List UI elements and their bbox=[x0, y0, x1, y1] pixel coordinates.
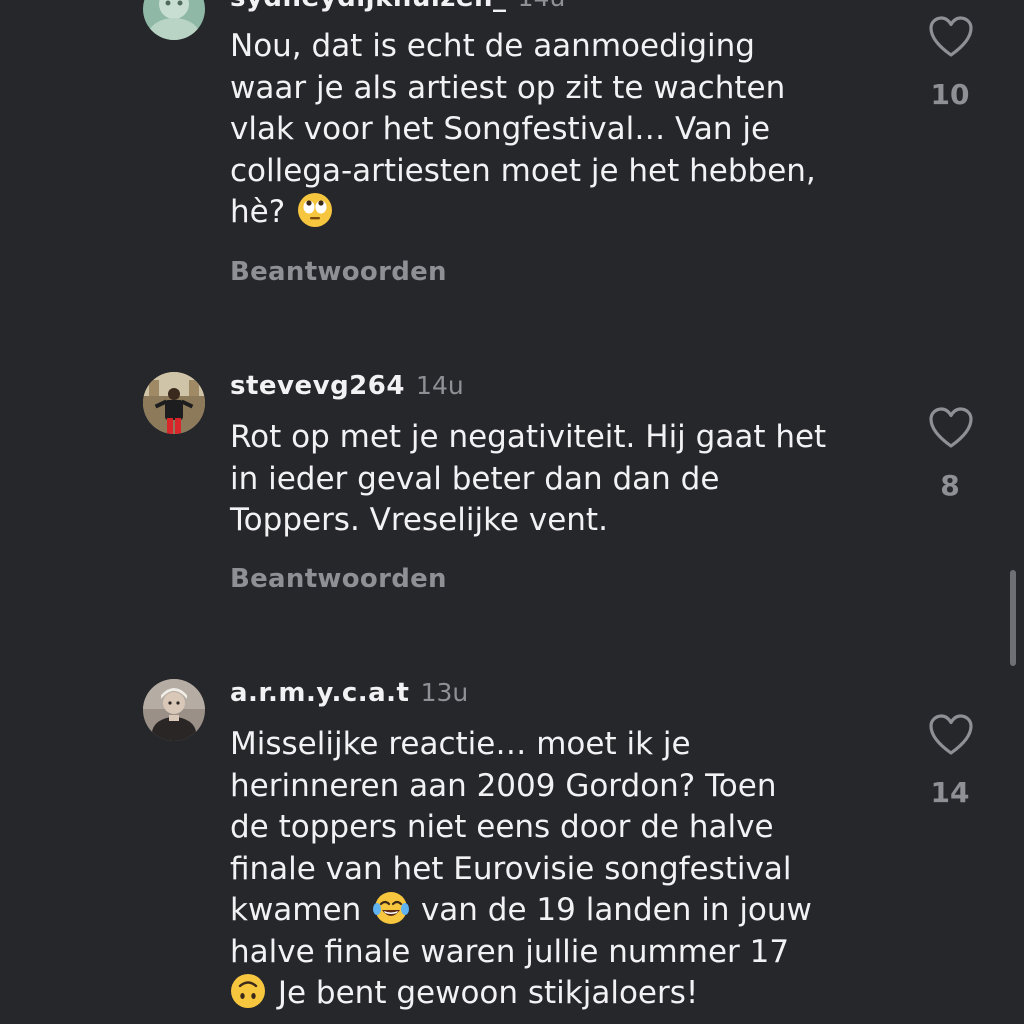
like-button[interactable] bbox=[926, 14, 976, 60]
comment-line-text: Je bent gewoon stikjaloers! bbox=[277, 975, 699, 1011]
heart-icon bbox=[929, 714, 973, 755]
like-count: 14 bbox=[930, 776, 970, 809]
tears-of-joy-emoji-icon bbox=[373, 892, 410, 924]
username[interactable]: stevevg264 bbox=[230, 371, 405, 401]
comment-meta: stevevg264 14u bbox=[230, 366, 464, 406]
heart-icon bbox=[929, 16, 973, 57]
comment-line-text: van de 19 landen in jouw bbox=[420, 892, 812, 928]
comment-line: finale van het Eurovisie songfestival bbox=[230, 850, 792, 887]
like-button[interactable] bbox=[926, 712, 976, 758]
comment-line: de toppers niet eens door de halve bbox=[230, 809, 774, 845]
scrollbar-thumb[interactable] bbox=[1010, 570, 1016, 666]
comment-line: hè? bbox=[230, 192, 920, 234]
like-count: 8 bbox=[940, 469, 960, 502]
timestamp: 14u bbox=[416, 371, 464, 400]
like-count: 10 bbox=[930, 78, 970, 111]
comment-line: in ieder geval beter dan dan de bbox=[230, 460, 720, 497]
comment-line: Misselijke reactie… moet ik je bbox=[230, 726, 691, 762]
comment-text: Rot op met je negativiteit. Hij gaat het… bbox=[230, 417, 920, 542]
timestamp: 13u bbox=[420, 678, 469, 707]
comment-line: vlak voor het Songfestival… Van je bbox=[230, 111, 771, 147]
comment-line: waar je als artiest op zit te wachten bbox=[230, 69, 786, 106]
comment-line: Rot op met je negativiteit. Hij gaat het bbox=[230, 419, 827, 455]
rolling-eyes-emoji-icon bbox=[298, 193, 333, 227]
comment-line: kwamen van de 19 landen in jouw bbox=[230, 890, 920, 932]
comment-line: Je bent gewoon stikjaloers! bbox=[230, 973, 920, 1015]
comment-line-text: kwamen bbox=[230, 892, 362, 928]
timestamp: 14u bbox=[518, 0, 566, 12]
heart-icon bbox=[929, 407, 973, 448]
avatar[interactable] bbox=[143, 0, 205, 40]
avatar[interactable] bbox=[143, 679, 205, 741]
comment-line: collega-artiesten moet je het hebben, bbox=[230, 152, 816, 189]
like-button[interactable] bbox=[926, 405, 976, 451]
comment-line: Toppers. Vreselijke vent. bbox=[230, 502, 608, 538]
upside-down-face-emoji-icon bbox=[231, 974, 265, 1008]
username[interactable]: a.r.m.y.c.a.t bbox=[230, 678, 409, 708]
comment-meta: sydneydijkhuizen_ 14u bbox=[230, 0, 565, 18]
comment-meta: a.r.m.y.c.a.t 13u bbox=[230, 673, 468, 713]
username[interactable]: sydneydijkhuizen_ bbox=[230, 0, 507, 13]
comment-line: halve finale waren jullie nummer 17 bbox=[230, 933, 790, 970]
comment-text: Misselijke reactie… moet ik je herinnere… bbox=[230, 724, 920, 1015]
reply-button[interactable]: Beantwoorden bbox=[230, 564, 447, 594]
comment-text: Nou, dat is echt de aanmoediging waar je… bbox=[230, 26, 920, 234]
comment-line: Nou, dat is echt de aanmoediging bbox=[230, 28, 755, 64]
comment-line: herinneren aan 2009 Gordon? Toen bbox=[230, 767, 777, 804]
reply-button[interactable]: Beantwoorden bbox=[230, 257, 447, 287]
avatar[interactable] bbox=[143, 372, 205, 434]
comment-line-text: hè? bbox=[230, 194, 286, 230]
